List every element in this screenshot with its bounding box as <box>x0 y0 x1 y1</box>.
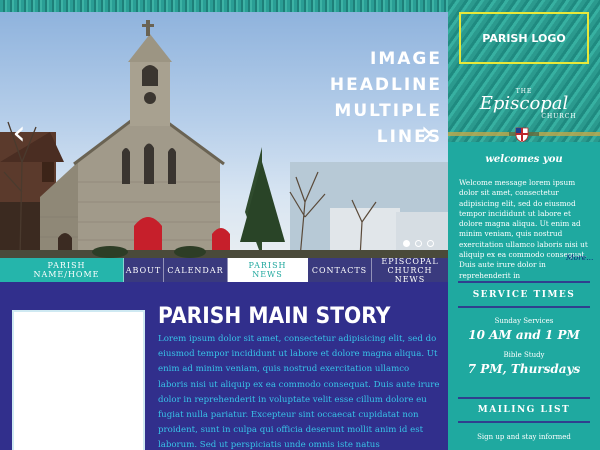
episcopal-church-logo: THE Episcopal CHURCH <box>448 88 600 120</box>
bible-study-time: 7 PM, Thursdays <box>467 362 581 376</box>
divider-mailing-bottom <box>458 421 590 423</box>
nav-parish-news[interactable]: PARISH NEWS <box>228 258 308 282</box>
nav-contacts[interactable]: CONTACTS <box>308 258 372 282</box>
slide-dot-2[interactable] <box>415 240 422 247</box>
divider-mailing-top <box>458 397 590 399</box>
hero-slideshow: IMAGE HEADLINE MULTIPLE LINES ‹ › <box>0 12 448 258</box>
main-nav: PARISH NAME/HOME ABOUT CALENDAR PARISH N… <box>0 257 448 284</box>
nav-calendar[interactable]: CALENDAR <box>164 258 228 282</box>
divider-service-top <box>458 281 590 283</box>
mailing-list-text: Sign up and stay informed <box>477 433 571 441</box>
bible-study-label: Bible Study <box>503 351 545 359</box>
welcome-message: Welcome message lorem ipsum dolor sit am… <box>459 178 588 280</box>
sunday-services-time: 10 AM and 1 PM <box>468 328 580 342</box>
prev-slide-arrow-icon[interactable]: ‹ <box>8 116 30 150</box>
episcopal-church: CHURCH <box>541 113 577 120</box>
more-link[interactable]: More... <box>566 253 593 262</box>
slide-dot-1[interactable] <box>403 240 410 247</box>
story-title: PARISH MAIN STORY <box>158 304 391 329</box>
nav-about[interactable]: ABOUT <box>124 258 164 282</box>
next-slide-arrow-icon[interactable]: › <box>416 116 438 150</box>
nav-parish-home[interactable]: PARISH NAME/HOME <box>0 258 124 282</box>
story-image-placeholder <box>12 310 145 450</box>
slide-dots <box>403 240 434 247</box>
service-times-heading: SERVICE TIMES <box>472 290 576 300</box>
episcopal-name: Episcopal <box>479 93 569 114</box>
nav-episcopal-church-news[interactable]: EPISCOPAL CHURCH NEWS <box>372 257 448 284</box>
story-body: Lorem ipsum dolor sit amet, consectetur … <box>158 334 440 450</box>
main-story-section: PARISH MAIN STORY Lorem ipsum dolor sit … <box>0 282 448 450</box>
mailing-list-heading: MAILING LIST <box>477 405 571 415</box>
slide-dot-3[interactable] <box>427 240 434 247</box>
sunday-services-label: Sunday Services <box>494 317 554 325</box>
welcomes-you-heading: welcomes you <box>485 154 563 165</box>
divider-service-bottom <box>458 306 590 308</box>
episcopal-shield-icon <box>515 127 529 143</box>
parish-logo-box[interactable]: PARISH LOGO <box>459 12 589 64</box>
